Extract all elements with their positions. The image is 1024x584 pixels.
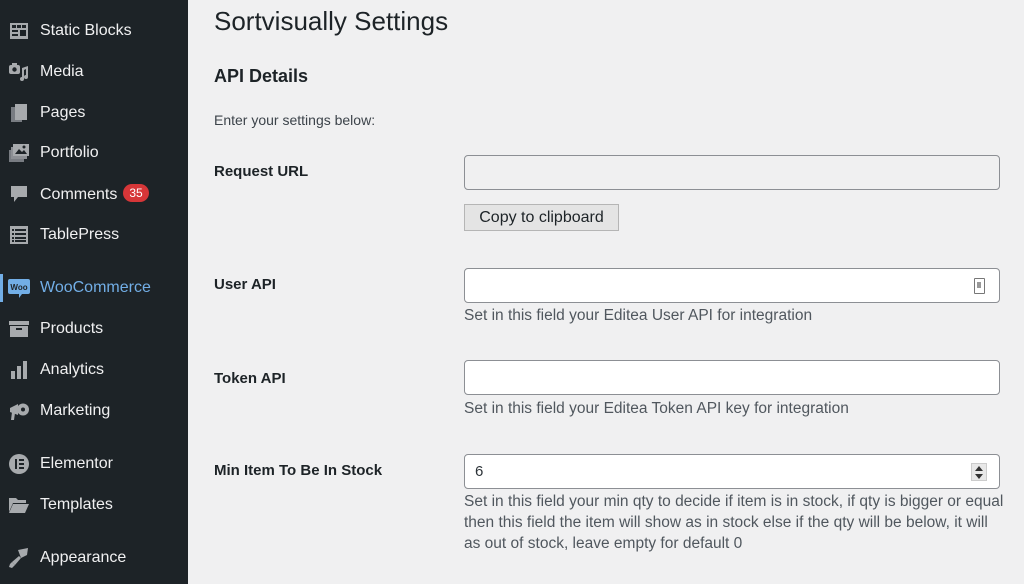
analytics-icon (7, 358, 31, 382)
sidebar-item-label: Elementor (40, 455, 113, 472)
sidebar-item-label: Media (40, 63, 84, 80)
min-stock-field[interactable]: 6 (464, 454, 1000, 489)
comments-icon (7, 182, 31, 206)
static-blocks-icon (7, 19, 31, 43)
quantity-stepper[interactable] (971, 463, 987, 481)
comments-label: Comments (40, 186, 118, 203)
token-api-label: Token API (214, 370, 286, 387)
admin-sidebar: Static Blocks Media Pages Portfolio Comm… (0, 0, 188, 584)
sidebar-item-tablepress[interactable]: TablePress (0, 218, 188, 252)
marketing-icon (7, 399, 31, 423)
password-manager-icon[interactable] (974, 278, 985, 294)
intro-text: Enter your settings below: (214, 112, 376, 128)
token-api-field[interactable] (464, 360, 1000, 395)
copy-to-clipboard-button[interactable]: Copy to clipboard (464, 204, 619, 231)
token-api-description: Set in this field your Editea Token API … (464, 400, 849, 417)
stepper-down-icon[interactable] (975, 473, 983, 479)
comments-count-badge: 35 (123, 184, 149, 202)
sidebar-item-label: Portfolio (40, 144, 99, 161)
min-stock-description: Set in this field your min qty to decide… (464, 493, 1004, 552)
sidebar-item-label: Marketing (40, 402, 111, 419)
sidebar-item-marketing[interactable]: Marketing (0, 394, 188, 428)
sidebar-item-label: Appearance (40, 549, 127, 566)
sidebar-item-elementor[interactable]: Elementor (0, 447, 188, 481)
request-url-field[interactable] (464, 155, 1000, 190)
sidebar-item-templates[interactable]: Templates (0, 488, 188, 522)
tablepress-icon (7, 223, 31, 247)
templates-icon (7, 493, 31, 517)
products-icon (7, 317, 31, 341)
sidebar-item-woocommerce[interactable]: Woo WooCommerce (0, 271, 188, 305)
woocommerce-icon: Woo (7, 276, 31, 300)
sidebar-item-label: Pages (40, 104, 86, 121)
request-url-label: Request URL (214, 163, 309, 180)
sidebar-item-static-blocks[interactable]: Static Blocks (0, 14, 188, 48)
sidebar-item-label: Comments 35 (40, 184, 149, 204)
user-api-label: User API (214, 276, 276, 293)
portfolio-icon (7, 141, 31, 165)
sidebar-item-label: Analytics (40, 361, 105, 378)
sidebar-item-portfolio[interactable]: Portfolio (0, 136, 188, 170)
sidebar-item-comments[interactable]: Comments 35 (0, 177, 188, 211)
svg-text:Woo: Woo (10, 283, 27, 292)
settings-page: Sortvisually Settings API Details Enter … (188, 0, 1024, 584)
sidebar-item-media[interactable]: Media (0, 55, 188, 89)
page-title: Sortvisually Settings (214, 6, 449, 36)
section-title: API Details (214, 66, 309, 86)
sidebar-item-label: TablePress (40, 226, 120, 243)
sidebar-item-analytics[interactable]: Analytics (0, 353, 188, 387)
min-stock-value: 6 (475, 463, 484, 480)
sidebar-item-products[interactable]: Products (0, 312, 188, 346)
sidebar-item-appearance[interactable]: Appearance (0, 541, 188, 575)
appearance-icon (7, 546, 31, 570)
min-stock-label: Min Item To Be In Stock (214, 462, 383, 479)
stepper-up-icon[interactable] (975, 465, 983, 471)
sidebar-item-label: WooCommerce (40, 279, 151, 296)
media-icon (7, 60, 31, 84)
elementor-icon (7, 452, 31, 476)
sidebar-item-label: Templates (40, 496, 113, 513)
sidebar-item-label: Products (40, 320, 104, 337)
pages-icon (7, 101, 31, 125)
user-api-description: Set in this field your Editea User API f… (464, 307, 813, 324)
sidebar-item-pages[interactable]: Pages (0, 96, 188, 130)
user-api-field[interactable] (464, 268, 1000, 303)
sidebar-item-label: Static Blocks (40, 22, 132, 39)
